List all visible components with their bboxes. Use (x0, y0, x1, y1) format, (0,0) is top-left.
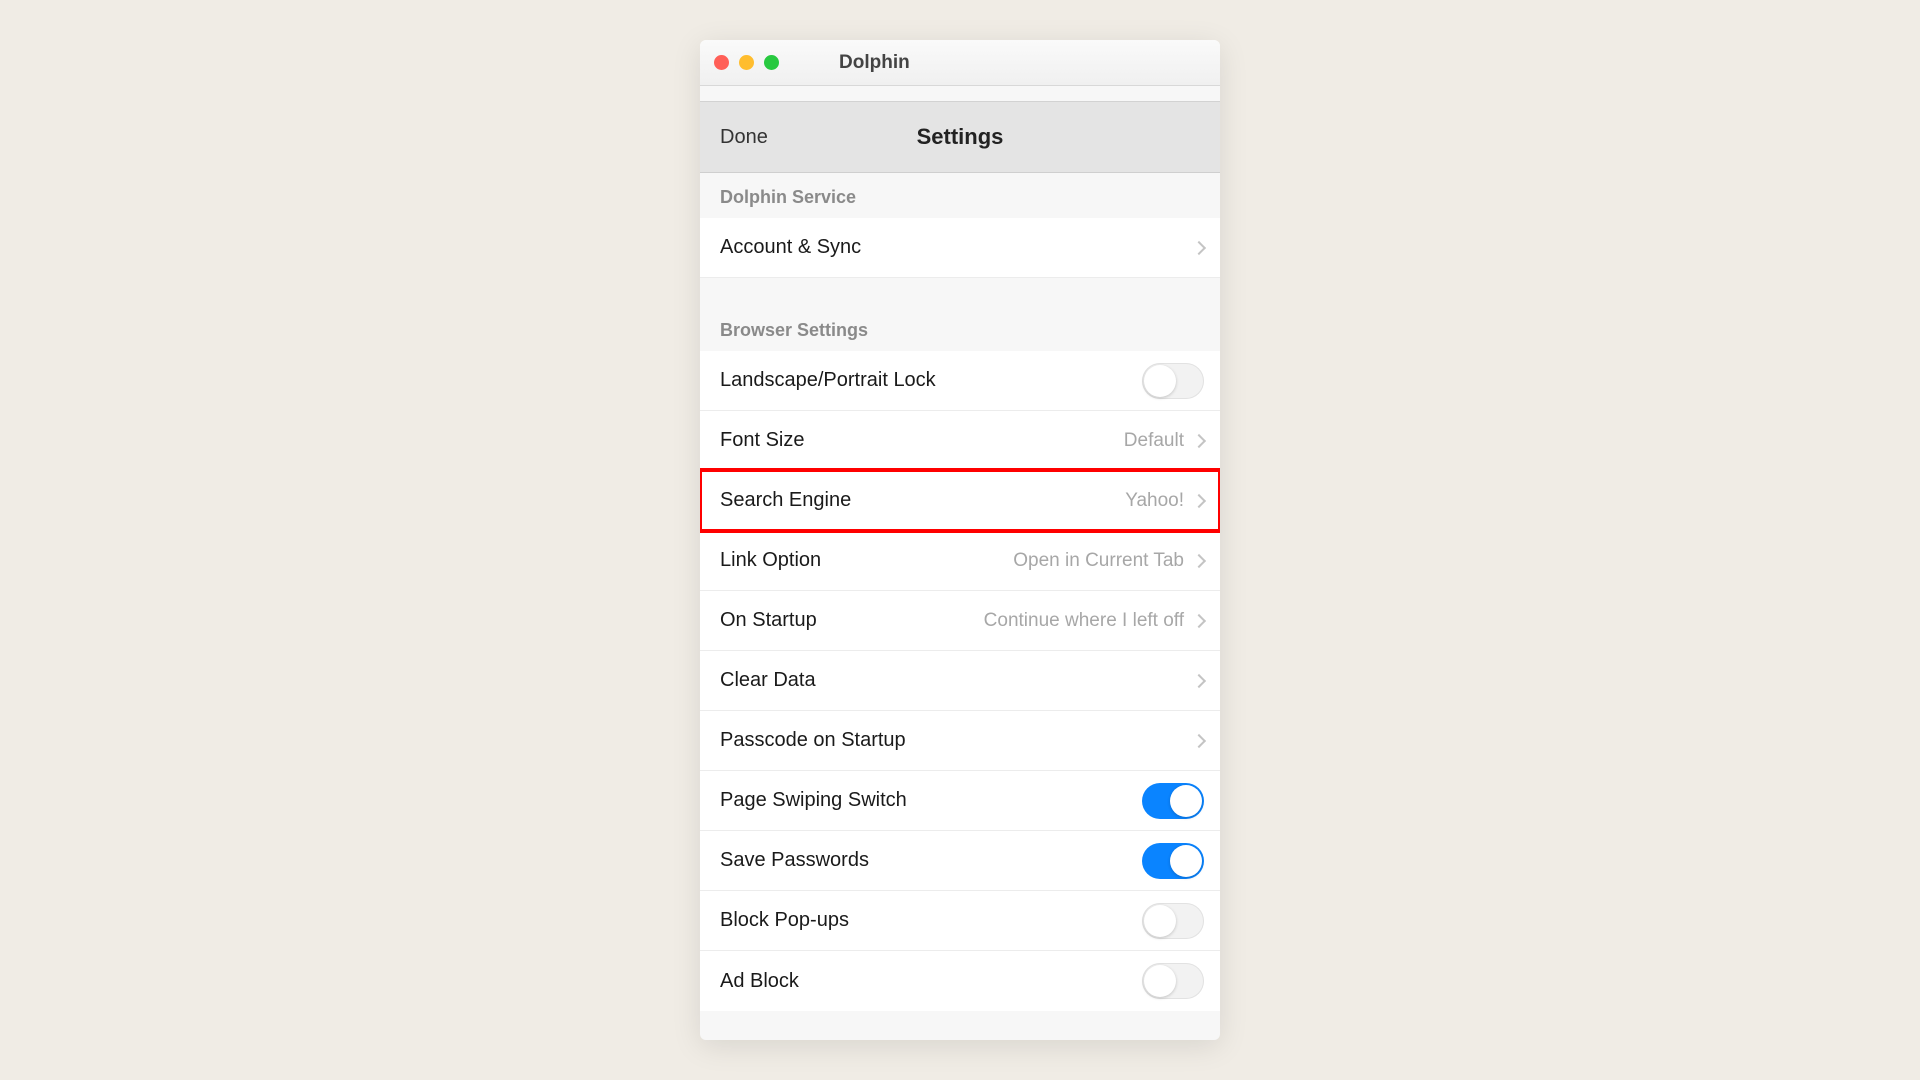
chevron-right-icon (1192, 433, 1206, 447)
row-label: Search Engine (720, 489, 851, 512)
row-page-swiping[interactable]: Page Swiping Switch (700, 771, 1220, 831)
row-account-sync[interactable]: Account & Sync (700, 218, 1220, 278)
row-label: Page Swiping Switch (720, 789, 907, 812)
minimize-icon[interactable] (739, 55, 754, 70)
window-controls (714, 55, 779, 70)
done-button[interactable]: Done (720, 126, 768, 149)
row-label: On Startup (720, 609, 817, 632)
toggle-switch[interactable] (1142, 843, 1204, 879)
row-value: Continue where I left off (984, 610, 1184, 632)
row-label: Passcode on Startup (720, 729, 906, 752)
row-passcode-startup[interactable]: Passcode on Startup (700, 711, 1220, 771)
toggle-switch[interactable] (1142, 903, 1204, 939)
row-label: Block Pop-ups (720, 909, 849, 932)
row-link-option[interactable]: Link Option Open in Current Tab (700, 531, 1220, 591)
row-block-popups[interactable]: Block Pop-ups (700, 891, 1220, 951)
page-title: Settings (917, 124, 1004, 150)
row-landscape-lock[interactable]: Landscape/Portrait Lock (700, 351, 1220, 411)
section-header-browser: Browser Settings (700, 306, 1220, 351)
row-on-startup[interactable]: On Startup Continue where I left off (700, 591, 1220, 651)
close-icon[interactable] (714, 55, 729, 70)
chevron-right-icon (1192, 733, 1206, 747)
row-label: Landscape/Portrait Lock (720, 369, 936, 392)
row-font-size[interactable]: Font Size Default (700, 411, 1220, 471)
row-label: Clear Data (720, 669, 816, 692)
row-value: Yahoo! (1125, 490, 1184, 512)
settings-window: Dolphin Done Settings Dolphin Service Ac… (700, 40, 1220, 1040)
row-value: Default (1124, 430, 1184, 452)
chevron-right-icon (1192, 553, 1206, 567)
row-label: Ad Block (720, 970, 799, 993)
titlebar: Dolphin (700, 40, 1220, 86)
toggle-switch[interactable] (1142, 783, 1204, 819)
section-gap (700, 278, 1220, 306)
row-label: Link Option (720, 549, 821, 572)
row-ad-block[interactable]: Ad Block (700, 951, 1220, 1011)
row-label: Font Size (720, 429, 804, 452)
row-label: Save Passwords (720, 849, 869, 872)
chevron-right-icon (1192, 673, 1206, 687)
toggle-switch[interactable] (1142, 963, 1204, 999)
chevron-right-icon (1192, 493, 1206, 507)
chevron-right-icon (1192, 613, 1206, 627)
chevron-right-icon (1192, 240, 1206, 254)
app-title: Dolphin (839, 52, 910, 74)
row-value: Open in Current Tab (1013, 550, 1184, 572)
navbar: Done Settings (700, 101, 1220, 173)
toggle-switch[interactable] (1142, 363, 1204, 399)
row-save-passwords[interactable]: Save Passwords (700, 831, 1220, 891)
row-label: Account & Sync (720, 236, 861, 259)
row-clear-data[interactable]: Clear Data (700, 651, 1220, 711)
zoom-icon[interactable] (764, 55, 779, 70)
section-header-service: Dolphin Service (700, 173, 1220, 218)
row-search-engine[interactable]: Search Engine Yahoo! (700, 471, 1220, 531)
